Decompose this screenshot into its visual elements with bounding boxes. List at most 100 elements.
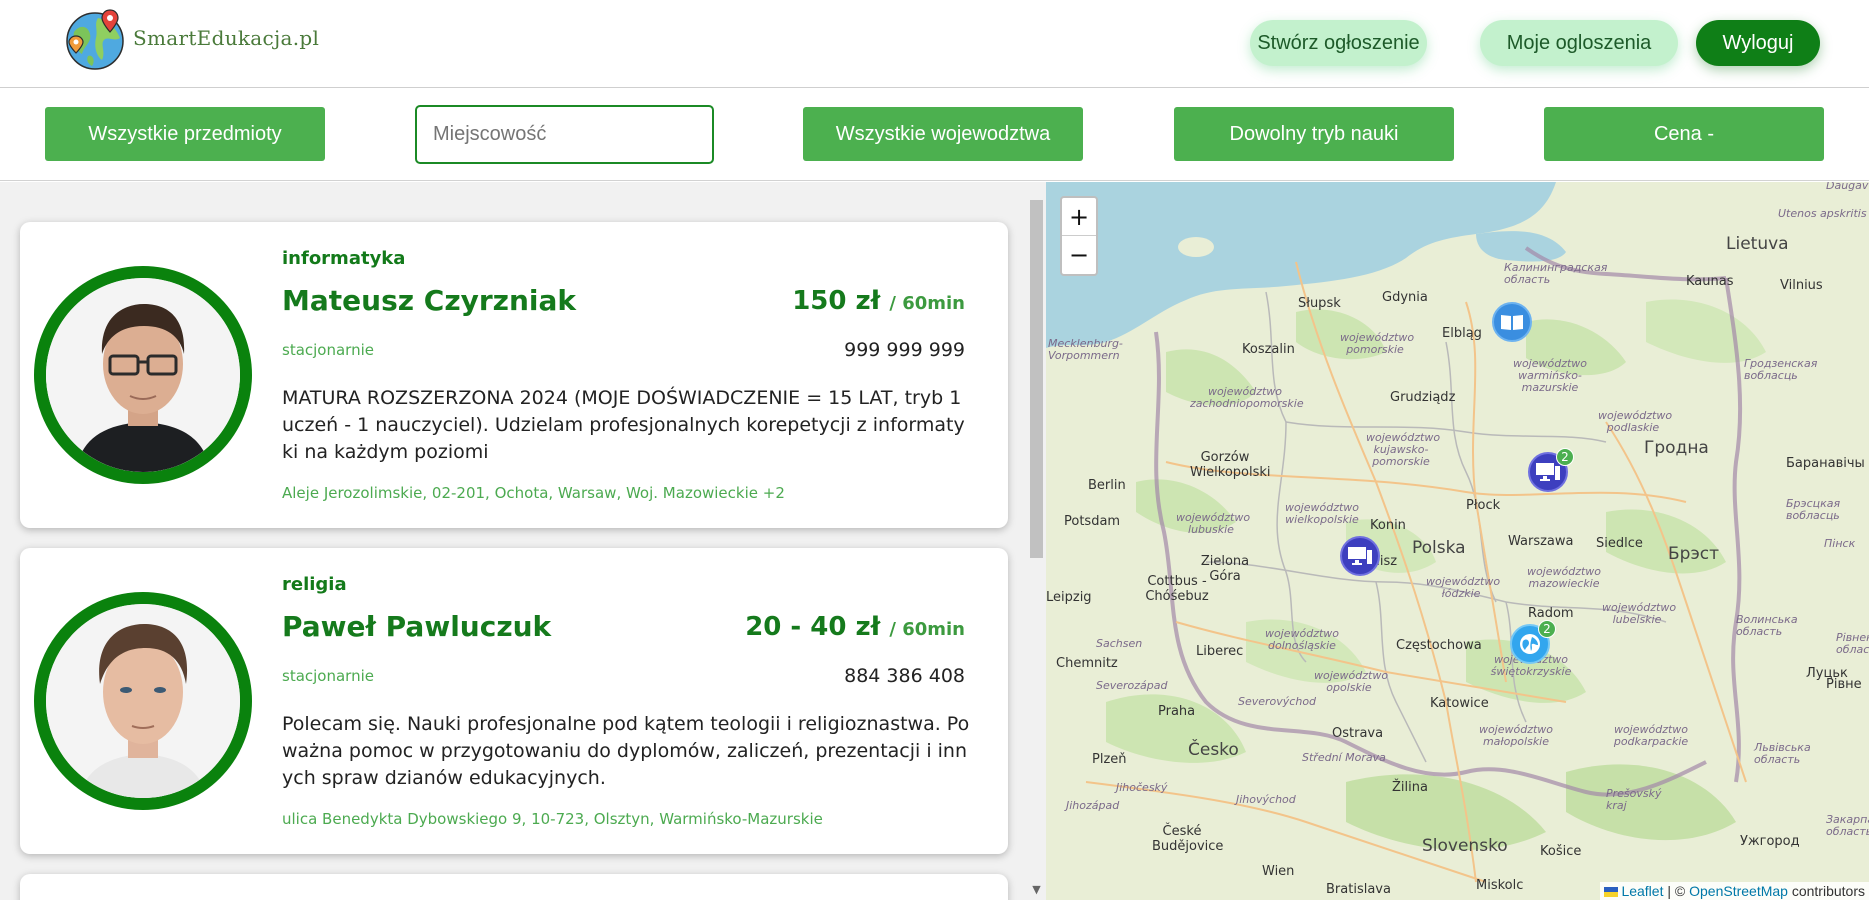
price-filter-button[interactable]: Cena -: [1544, 107, 1824, 161]
learning-mode: stacjonarnie: [282, 667, 374, 685]
listing-card[interactable]: [20, 874, 1008, 900]
map-label-berlin: Berlin: [1088, 478, 1126, 493]
map-label-wielkopolskie: województwo wielkopolskie: [1284, 501, 1360, 526]
map-label-utenos: Utenos apskritis: [1778, 207, 1867, 220]
map-label-gdynia: Gdynia: [1382, 290, 1428, 305]
map-label-siedlce: Siedlce: [1596, 536, 1643, 551]
logout-button[interactable]: Wyloguj: [1696, 20, 1820, 66]
map-zoom-control: + −: [1060, 196, 1098, 276]
marker-count-badge: 2: [1538, 620, 1556, 638]
price: 20 - 40 zł / 60min: [745, 612, 965, 642]
openstreetmap-link[interactable]: OpenStreetMap: [1689, 883, 1788, 899]
map-label-daugav: Daugav: [1826, 182, 1869, 192]
price-unit: / 60min: [889, 293, 965, 314]
listing-card[interactable]: religia Paweł Pawluczuk 20 - 40 zł / 60m…: [20, 548, 1008, 854]
map-label-katowice: Katowice: [1430, 696, 1489, 711]
map-label-malopolskie: województwo małopolskie: [1478, 723, 1554, 748]
marker-count-badge: 2: [1556, 448, 1574, 466]
map-label-ostrava: Ostrava: [1332, 726, 1384, 741]
map-label-rivne-obl: Рівненська область: [1836, 631, 1869, 656]
map-label-hrodna: Гродна: [1644, 438, 1709, 458]
avatar: [34, 592, 252, 810]
map-label-miskolc: Miskolc: [1476, 878, 1524, 893]
map-label-warszawa: Warszawa: [1508, 534, 1574, 549]
phone-number: 884 386 408: [844, 665, 965, 687]
map-label-opolskie: województwo opolskie: [1314, 669, 1389, 694]
city-search-input[interactable]: [415, 105, 714, 164]
map-label-kaunas: Kaunas: [1686, 274, 1734, 289]
attribution-separator: | ©: [1663, 883, 1690, 899]
map-label-wien: Wien: [1262, 864, 1295, 879]
leaflet-link[interactable]: Leaflet: [1621, 883, 1663, 899]
zoom-in-button[interactable]: +: [1062, 198, 1096, 236]
map-label-zachodniopomorskie: województwo zachodniopomorskie: [1190, 385, 1304, 410]
book-marker-icon[interactable]: [1492, 302, 1532, 342]
price-unit: / 60min: [889, 619, 965, 640]
listing-address: ulica Benedykta Dybowskiego 9, 10-723, O…: [282, 810, 823, 828]
map-label-pomorskie: województwo pomorskie: [1340, 331, 1415, 356]
map-label-budejovice: České Budějovice: [1152, 824, 1224, 854]
map-label-severozapad: Severozápad: [1096, 679, 1168, 692]
globe-logo-icon[interactable]: [62, 6, 128, 72]
map-label-cesko: Česko: [1188, 740, 1239, 760]
map-label-praha: Praha: [1158, 704, 1196, 719]
map-label-gorzow: Gorzów Wielkopolski: [1190, 450, 1271, 480]
map-label-jihozapad: Jihozápad: [1066, 799, 1120, 812]
map-label-warminsko: województwo warmińsko-mazurskie: [1512, 357, 1588, 394]
price-value: 150 zł: [792, 286, 881, 316]
listings-panel[interactable]: informatyka Mateusz Czyrzniak 150 zł / 6…: [0, 182, 1046, 900]
map-label-podkarpackie: województwo podkarpackie: [1613, 723, 1689, 748]
map-label-zak-obl: Закарпатська область: [1826, 813, 1869, 838]
brand-name[interactable]: SmartEdukacja.pl: [133, 26, 319, 50]
phone-number: 999 999 999: [844, 339, 965, 361]
map-label-lubelskie: województwo lubelskie: [1602, 601, 1677, 626]
map-label-podlaskie: województwo podlaskie: [1598, 409, 1673, 434]
map-label-kosice: Košice: [1540, 844, 1582, 859]
create-ad-button[interactable]: Stwórz ogłoszenie: [1250, 20, 1427, 66]
map-label-chemnitz: Chemnitz: [1056, 656, 1118, 671]
top-header: SmartEdukacja.pl Stwórz ogłoszenie Moje …: [0, 0, 1869, 88]
map-label-zilina: Žilina: [1392, 780, 1428, 795]
map-label-pinsk: Пінск: [1824, 537, 1856, 550]
ukraine-flag-icon: [1603, 887, 1618, 898]
map-label-potsdam: Potsdam: [1064, 514, 1121, 529]
map-view[interactable]: Lietuva Polska Česko Slovensko Гродна Бр…: [1046, 182, 1869, 900]
my-ads-button[interactable]: Moje ogloszenia: [1480, 20, 1678, 66]
map-label-elblag: Elbląg: [1442, 326, 1482, 341]
scroll-down-arrow-icon[interactable]: ▼: [1030, 883, 1043, 897]
filter-bar: Wszystkie przedmioty Wszystkie wojewodzt…: [0, 88, 1869, 181]
map-label-vilnius: Vilnius: [1780, 278, 1823, 293]
map-label-rivne: Рівне: [1826, 677, 1862, 692]
map-attribution: Leaflet | © OpenStreetMap contributors: [1599, 882, 1869, 900]
computer-marker-icon[interactable]: [1340, 536, 1380, 576]
map-label-radom: Radom: [1528, 606, 1574, 621]
map-label-kaliningrad: Калининградская область: [1504, 261, 1608, 286]
scrollbar-thumb[interactable]: [1030, 200, 1043, 558]
voivodeship-filter-button[interactable]: Wszystkie wojewodztwa: [803, 107, 1083, 161]
mode-filter-button[interactable]: Dowolny tryb nauki: [1174, 107, 1454, 161]
map-label-dolnoslaskie: województwo dolnośląskie: [1264, 627, 1340, 652]
avatar: [34, 266, 252, 484]
map-label-cottbus: Cottbus - Chóśebuz: [1145, 574, 1209, 604]
map-label-grudziadz: Grudziądz: [1390, 390, 1456, 405]
map-label-uzhhorod: Ужгород: [1740, 834, 1800, 849]
globe-marker-icon[interactable]: 2: [1510, 620, 1556, 664]
zoom-out-button[interactable]: −: [1062, 236, 1096, 274]
learning-mode: stacjonarnie: [282, 341, 374, 359]
tutor-name[interactable]: Paweł Pawluczuk: [282, 610, 551, 643]
subjects-filter-button[interactable]: Wszystkie przedmioty: [45, 107, 325, 161]
map-label-plock: Płock: [1466, 498, 1501, 513]
tutor-name[interactable]: Mateusz Czyrzniak: [282, 284, 576, 317]
map-label-sachsen: Sachsen: [1096, 637, 1143, 650]
tutor-photo-pawel: [46, 604, 240, 798]
listing-card[interactable]: informatyka Mateusz Czyrzniak 150 zł / 6…: [20, 222, 1008, 528]
tutor-photo-mateusz: [46, 278, 240, 472]
computer-marker-icon[interactable]: 2: [1528, 448, 1574, 492]
map-label-koszalin: Koszalin: [1242, 342, 1295, 357]
map-label-kujawsko: województwo kujawsko-pomorskie: [1366, 431, 1441, 468]
map-label-grodno-obl: Гродзенская вобласць: [1744, 357, 1818, 382]
map-label-slovensko: Slovensko: [1422, 836, 1508, 856]
map-label-bratislava: Bratislava: [1326, 882, 1391, 897]
map-label-lietuva: Lietuva: [1726, 234, 1789, 254]
map-label-mazowieckie: województwo mazowieckie: [1526, 565, 1602, 590]
